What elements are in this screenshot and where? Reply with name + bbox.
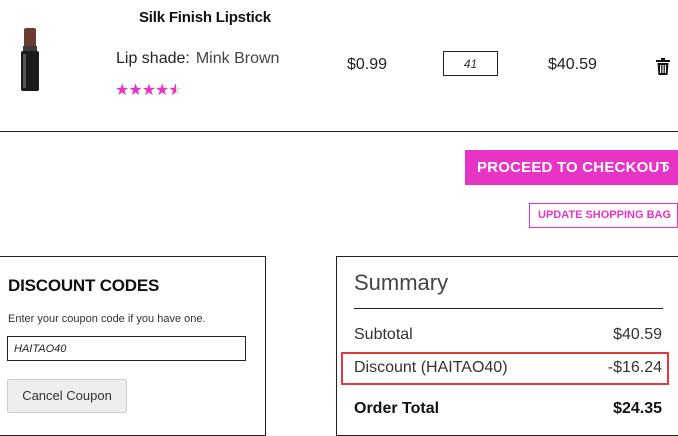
- order-total-value: $24.35: [613, 400, 662, 417]
- quantity-input[interactable]: [443, 51, 498, 76]
- unit-price: $0.99: [347, 56, 388, 73]
- summary-title: Summary: [354, 270, 449, 295]
- summary-subtotal-label: Subtotal: [354, 326, 413, 343]
- chevron-right-icon: ›: [664, 159, 670, 176]
- proceed-to-checkout-button[interactable]: PROCEED TO CHECKOUT ›: [465, 150, 678, 185]
- discount-help-text: Enter your coupon code if you have one.: [8, 313, 206, 325]
- star-icon: ★: [155, 82, 169, 99]
- star-icon: ★: [128, 82, 142, 99]
- update-label: UPDATE SHOPPING BAG: [538, 209, 672, 221]
- star-icon: ★: [141, 82, 156, 99]
- summary-subtotal-value: $40.59: [613, 326, 662, 343]
- star-icon: ★: [115, 82, 129, 99]
- product-name[interactable]: Silk Finish Lipstick: [139, 9, 271, 26]
- product-shade: Lip shade: Mink Brown: [116, 50, 279, 68]
- row-divider: [0, 131, 678, 132]
- lipstick-icon: [21, 28, 39, 91]
- checkout-label: PROCEED TO CHECKOUT: [477, 159, 669, 176]
- shade-label: Lip shade:: [116, 50, 190, 67]
- summary-discount-label: Discount (HAITAO40): [354, 359, 508, 376]
- summary-divider: [354, 308, 663, 309]
- line-subtotal: $40.59: [548, 56, 597, 73]
- shade-value: Mink Brown: [195, 50, 280, 67]
- discount-title: DISCOUNT CODES: [8, 276, 160, 295]
- chevron-right-icon: ›: [667, 208, 671, 222]
- trash-icon[interactable]: [656, 58, 670, 75]
- cancel-coupon-button[interactable]: Cancel Coupon: [7, 379, 127, 413]
- half-star-icon: ★ ★: [168, 82, 182, 99]
- rating-stars: ★★★★★ ★: [115, 80, 183, 100]
- coupon-code-input[interactable]: [7, 336, 246, 361]
- order-total-label: Order Total: [354, 400, 440, 417]
- update-shopping-bag-button[interactable]: UPDATE SHOPPING BAG ›: [529, 203, 678, 228]
- summary-discount-value: -$16.24: [607, 359, 662, 376]
